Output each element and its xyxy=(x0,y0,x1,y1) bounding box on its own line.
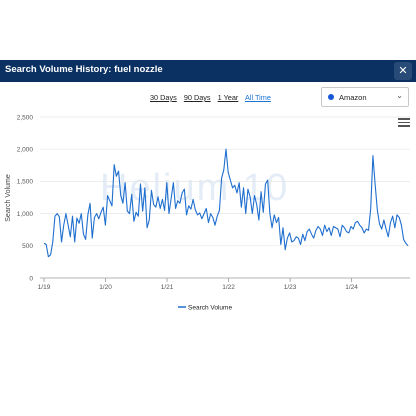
chart-legend[interactable]: Search Volume xyxy=(178,305,232,312)
y-axis-label: Search Volume xyxy=(5,174,12,222)
y-tick-label: 1,000 xyxy=(17,211,34,218)
x-tick-label: 1/19 xyxy=(38,284,51,291)
x-tick-label: 1/22 xyxy=(222,284,235,291)
x-axis: 1/19 1/20 1/21 1/22 1/23 1/24 xyxy=(38,278,358,291)
x-tick-label: 1/24 xyxy=(345,284,358,291)
x-tick-label: 1/23 xyxy=(284,284,297,291)
y-tick-label: 0 xyxy=(29,275,33,282)
x-tick-label: 1/21 xyxy=(161,284,174,291)
x-tick-label: 1/20 xyxy=(99,284,112,291)
y-tick-label: 2,500 xyxy=(17,114,34,121)
y-tick-label: 2,000 xyxy=(17,147,34,154)
y-axis: 0 500 1,000 1,500 2,000 2,500 xyxy=(17,114,34,282)
search-volume-chart: Helium 10 05001,0001,5002,0002,500 1/19 1… xyxy=(5,114,410,312)
y-tick-label: 500 xyxy=(22,243,33,250)
y-tick-label: 1,500 xyxy=(17,179,34,186)
legend-label: Search Volume xyxy=(188,305,232,312)
